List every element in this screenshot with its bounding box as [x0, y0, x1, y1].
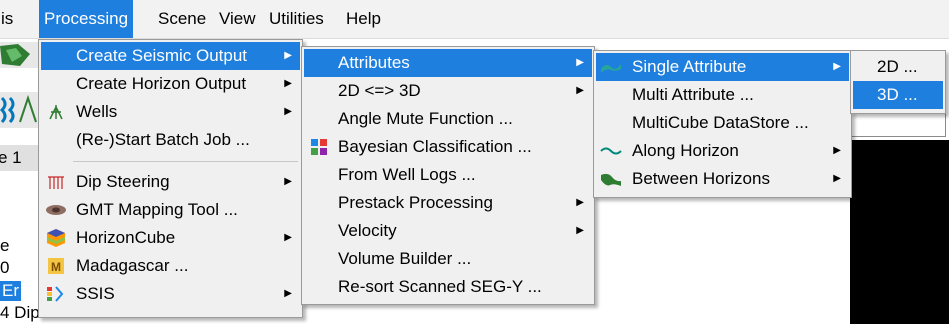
tree-selected-item[interactable]: Er [0, 281, 21, 301]
dip-steering-icon [45, 172, 67, 192]
menu-item-from-well-logs[interactable]: From Well Logs ... [304, 161, 592, 189]
menu-item-resort-scanned-segy[interactable]: Re-sort Scanned SEG-Y ... [304, 273, 592, 301]
chevron-right-icon: ▶ [284, 288, 292, 299]
3d-viewer[interactable] [850, 140, 949, 324]
menu-item-create-seismic-output[interactable]: Create Seismic Output ▶ [41, 42, 300, 70]
menu-item-attributes[interactable]: Attributes ▶ [304, 49, 592, 77]
horizoncube-icon [45, 228, 67, 248]
menu-item-single-attribute[interactable]: Single Attribute ▶ [596, 53, 849, 81]
right-field[interactable] [850, 113, 946, 137]
bayesian-icon [308, 137, 330, 157]
menu-processing[interactable]: Processing [39, 0, 134, 38]
along-horizon-icon [600, 141, 622, 161]
chevron-right-icon: ▶ [833, 145, 841, 156]
chevron-right-icon: ▶ [284, 78, 292, 89]
chevron-right-icon: ▶ [576, 197, 584, 208]
menu-item-ssis[interactable]: SSIS ▶ [41, 280, 300, 308]
toolbar-icon [0, 44, 30, 66]
menu-item-wells[interactable]: Wells ▶ [41, 98, 300, 126]
single-attribute-icon [600, 57, 622, 77]
menu-item-multicube-datastore[interactable]: MultiCube DataStore ... [596, 109, 849, 137]
menu-bar: is Processing Scene View Utilities Help [0, 0, 949, 39]
wells-icon [45, 102, 67, 122]
menu-item-volume-builder[interactable]: Volume Builder ... [304, 245, 592, 273]
menu-item-2d-3d[interactable]: 2D <=> 3D ▶ [304, 77, 592, 105]
menu-item-restart-batch-job[interactable]: (Re-)Start Batch Job ... [41, 126, 300, 154]
chevron-right-icon: ▶ [284, 176, 292, 187]
chevron-right-icon: ▶ [833, 61, 841, 72]
menu-item-horizoncube[interactable]: HorizonCube ▶ [41, 224, 300, 252]
tab-label: e 1 [0, 148, 22, 167]
tree-text: e [0, 236, 10, 255]
tab-strip: e 1 [0, 145, 40, 171]
menu-item-2d[interactable]: 2D ... [853, 53, 943, 81]
tree-value: 0 [0, 258, 10, 277]
gmt-icon [45, 200, 67, 220]
menu-separator [73, 161, 298, 162]
toolbar-strip-2 [0, 92, 40, 128]
menu-item-angle-mute-function[interactable]: Angle Mute Function ... [304, 105, 592, 133]
menu-scene[interactable]: Scene [153, 0, 211, 38]
single-attribute-submenu: 2D ... 3D ... [850, 50, 946, 114]
menu-view[interactable]: View [214, 0, 261, 38]
menu-item-dip-steering[interactable]: Dip Steering ▶ [41, 168, 300, 196]
chevron-right-icon: ▶ [576, 57, 584, 68]
processing-menu: Create Seismic Output ▶ Create Horizon O… [38, 39, 303, 318]
menu-item-gmt-mapping-tool[interactable]: GMT Mapping Tool ... [41, 196, 300, 224]
menu-item-madagascar[interactable]: M Madagascar ... [41, 252, 300, 280]
menu-help[interactable]: Help [341, 0, 386, 38]
menu-item-3d[interactable]: 3D ... [853, 81, 943, 109]
svg-text:M: M [51, 260, 61, 274]
menu-item-multi-attribute[interactable]: Multi Attribute ... [596, 81, 849, 109]
madagascar-icon: M [45, 256, 67, 276]
menu-analysis[interactable]: is [0, 0, 18, 38]
chevron-right-icon: ▶ [576, 85, 584, 96]
chevron-right-icon: ▶ [284, 50, 292, 61]
menu-item-prestack-processing[interactable]: Prestack Processing ▶ [304, 189, 592, 217]
chevron-right-icon: ▶ [284, 106, 292, 117]
chevron-right-icon: ▶ [833, 173, 841, 184]
seismic-output-submenu: Attributes ▶ 2D <=> 3D ▶ Angle Mute Func… [301, 46, 595, 305]
menu-utilities[interactable]: Utilities [264, 0, 329, 38]
toolbar-icon-2 [0, 94, 37, 124]
menu-item-bayesian-classification[interactable]: Bayesian Classification ... [304, 133, 592, 161]
ssis-icon [45, 284, 67, 304]
between-horizons-icon [600, 169, 622, 189]
chevron-right-icon: ▶ [576, 225, 584, 236]
chevron-right-icon: ▶ [284, 232, 292, 243]
toolbar-strip [0, 42, 40, 68]
menu-item-create-horizon-output[interactable]: Create Horizon Output ▶ [41, 70, 300, 98]
menu-item-velocity[interactable]: Velocity ▶ [304, 217, 592, 245]
menu-item-along-horizon[interactable]: Along Horizon ▶ [596, 137, 849, 165]
menu-item-between-horizons[interactable]: Between Horizons ▶ [596, 165, 849, 193]
attributes-submenu: Single Attribute ▶ Multi Attribute ... M… [593, 50, 852, 198]
